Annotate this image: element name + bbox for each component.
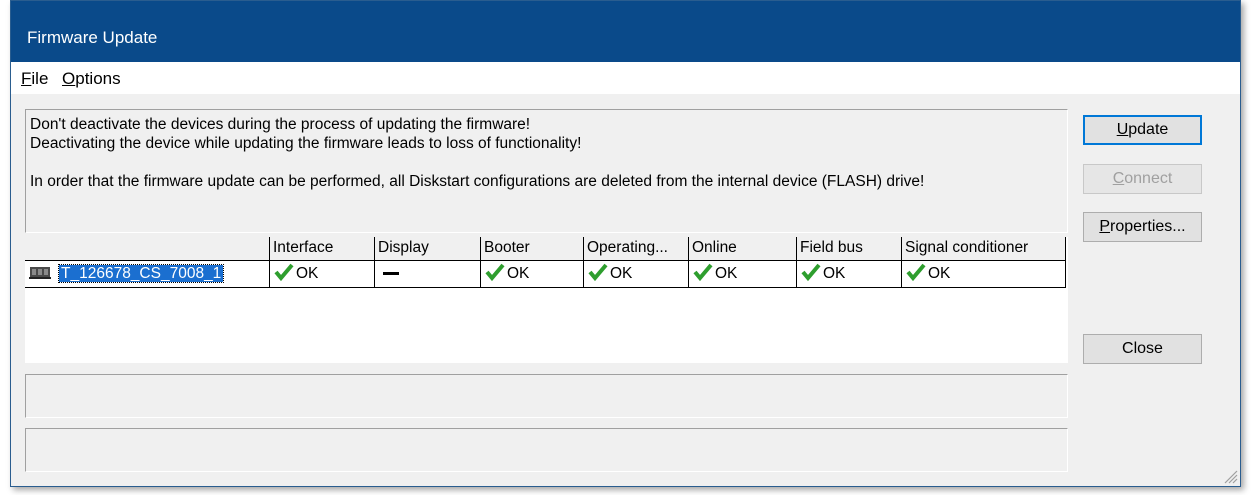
connect-button[interactable]: Connect xyxy=(1083,164,1202,194)
column-header-interface[interactable]: Interface xyxy=(270,237,375,261)
check-icon xyxy=(274,264,294,282)
cell-display xyxy=(375,261,481,288)
cell-operating: OK xyxy=(584,261,689,288)
properties-mnemonic: P xyxy=(1099,218,1111,235)
menu-options[interactable]: Options xyxy=(62,69,121,89)
warning-line-2: Deactivating the device while updating t… xyxy=(30,135,582,152)
status-field-bus: OK xyxy=(823,265,846,282)
update-mnemonic: U xyxy=(1116,121,1129,138)
warning-line-1: Don't deactivate the devices during the … xyxy=(30,116,531,133)
status-booter: OK xyxy=(507,265,530,282)
column-header-signal-conditioner[interactable]: Signal conditioner xyxy=(902,237,1066,261)
menu-options-mnemonic: O xyxy=(62,69,76,88)
cell-booter: OK xyxy=(481,261,584,288)
status-interface: OK xyxy=(296,265,319,282)
connect-label: onnect xyxy=(1124,170,1173,187)
column-header-operating[interactable]: Operating... xyxy=(584,237,689,261)
properties-button[interactable]: Properties... xyxy=(1083,212,1202,242)
firmware-update-window: Firmware Update File Options Don't deact… xyxy=(10,0,1241,487)
status-panel-2 xyxy=(25,428,1068,472)
check-icon xyxy=(906,264,926,282)
update-button[interactable]: Update xyxy=(1083,115,1202,145)
cell-field-bus: OK xyxy=(797,261,902,288)
menu-file-mnemonic: F xyxy=(21,69,32,88)
menu-options-label: ptions xyxy=(75,69,121,88)
menu-bar: File Options xyxy=(11,62,1240,94)
update-label: pdate xyxy=(1128,121,1169,138)
warning-info-box: Don't deactivate the devices during the … xyxy=(25,109,1068,233)
check-icon xyxy=(588,264,608,282)
device-table: Interface Display Booter Operating... On… xyxy=(25,237,1068,363)
warning-line-3: In order that the firmware update can be… xyxy=(30,173,925,190)
device-module-icon xyxy=(29,267,51,280)
connect-mnemonic: C xyxy=(1112,170,1125,187)
status-signal-conditioner: OK xyxy=(928,265,951,282)
column-header-display[interactable]: Display xyxy=(375,237,481,261)
column-header-field-bus[interactable]: Field bus xyxy=(797,237,902,261)
menu-file-label: ile xyxy=(31,69,49,88)
status-operating: OK xyxy=(610,265,633,282)
device-name[interactable]: T_126678_CS_7008_1 xyxy=(57,264,225,283)
cell-online: OK xyxy=(689,261,797,288)
column-header-booter[interactable]: Booter xyxy=(481,237,584,261)
window-title: Firmware Update xyxy=(27,28,158,47)
status-panel-1 xyxy=(25,374,1068,418)
properties-label: roperties... xyxy=(1110,218,1186,235)
check-icon xyxy=(485,264,505,282)
cell-signal-conditioner: OK xyxy=(902,261,1066,288)
title-bar[interactable]: Firmware Update xyxy=(11,1,1240,62)
dash-icon xyxy=(383,272,399,276)
check-icon xyxy=(801,264,821,282)
cell-interface: OK xyxy=(270,261,375,288)
check-icon xyxy=(693,264,713,282)
status-online: OK xyxy=(715,265,738,282)
column-header-device[interactable] xyxy=(25,237,270,261)
resize-grip-icon[interactable] xyxy=(1222,468,1238,484)
table-row-device-cell[interactable]: T_126678_CS_7008_1 xyxy=(25,261,270,288)
menu-file[interactable]: File xyxy=(21,69,48,89)
column-header-online[interactable]: Online xyxy=(689,237,797,261)
close-button[interactable]: Close xyxy=(1083,334,1202,364)
